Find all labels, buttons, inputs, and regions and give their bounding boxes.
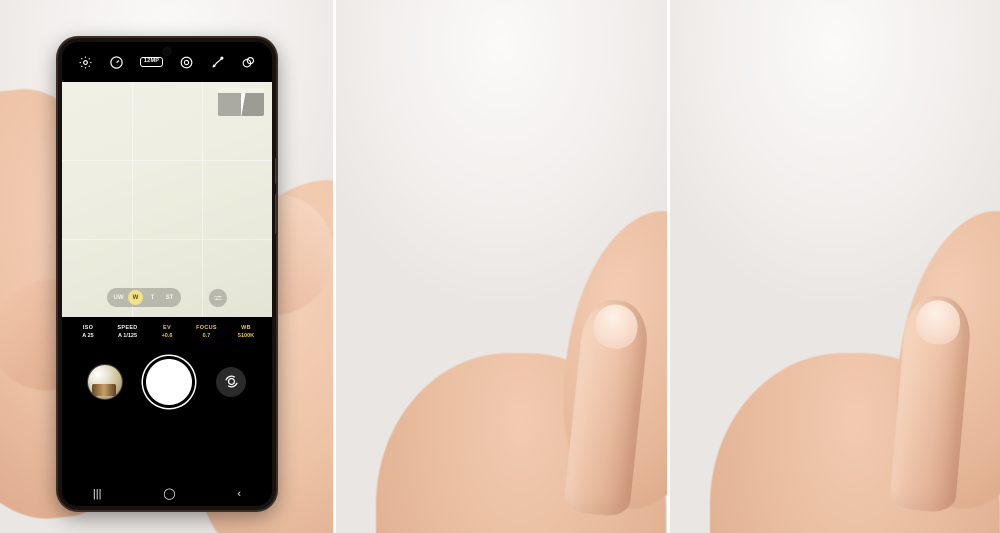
lens-option-w[interactable]: W xyxy=(128,290,143,305)
pro-control-wb-label: WB xyxy=(241,325,251,331)
filters-icon[interactable] xyxy=(241,55,256,70)
lens-selector-row: UW W T ST xyxy=(62,288,272,307)
camera-viewfinder[interactable]: UW W T ST xyxy=(62,82,272,317)
pro-control-ev-label: EV xyxy=(163,325,171,331)
pro-control-speed-value: A 1/125 xyxy=(117,333,138,340)
pro-control-speed-label: SPEED xyxy=(117,325,138,331)
lens-selector[interactable]: UW W T ST xyxy=(107,288,181,307)
motion-photo-icon[interactable] xyxy=(210,55,225,70)
pro-control-speed[interactable]: SPEED A 1/125 xyxy=(112,324,144,341)
pro-control-focus-label: FOCUS xyxy=(196,325,217,331)
switch-camera-button[interactable] xyxy=(216,366,246,397)
pro-control-ev-value: +0.6 xyxy=(161,333,173,340)
sliders-icon[interactable] xyxy=(209,288,227,307)
front-camera-punch-hole xyxy=(162,47,172,56)
phone-device: 12MP UW W T ST ISO A 25 SPEED A 1/125 EV… xyxy=(58,38,276,510)
camera-shutter-row xyxy=(62,346,272,415)
pro-control-focus[interactable]: FOCUS 0.7 xyxy=(191,324,223,341)
pro-control-iso-label: ISO xyxy=(82,325,94,331)
lens-option-t[interactable]: T xyxy=(145,290,160,305)
gallery-thumbnail[interactable] xyxy=(88,364,122,399)
aperture-icon[interactable] xyxy=(179,55,194,70)
histogram-widget xyxy=(218,88,264,116)
back-button[interactable]: ‹ xyxy=(237,488,241,500)
home-button[interactable]: ◯ xyxy=(163,488,175,500)
pro-controls-bar: ISO A 25 SPEED A 1/125 EV +0.6 FOCUS 0.7… xyxy=(62,317,272,347)
phone-screen: 12MP UW W T ST ISO A 25 SPEED A 1/125 EV… xyxy=(62,42,272,506)
resolution-badge[interactable]: 12MP xyxy=(139,56,164,68)
lens-option-st[interactable]: ST xyxy=(162,290,177,305)
lens-option-uw[interactable]: UW xyxy=(111,290,126,305)
pro-control-iso-value: A 25 xyxy=(82,333,94,340)
panel-camera-pro: 12MP UW W T ST ISO A 25 SPEED A 1/125 EV… xyxy=(0,0,334,533)
pro-control-wb[interactable]: WB 5100K xyxy=(230,324,262,341)
pro-control-focus-value: 0.7 xyxy=(202,333,211,340)
recents-button[interactable]: ||| xyxy=(93,488,102,500)
pro-control-iso[interactable]: ISO A 25 xyxy=(72,324,104,341)
android-nav-bar: ||| ◯ ‹ xyxy=(62,482,272,506)
pro-control-wb-value: 5100K xyxy=(237,333,255,340)
panel-settings-before: 5:38 75% Settings xyxy=(333,0,667,533)
gear-icon[interactable] xyxy=(78,55,93,70)
pro-control-ev[interactable]: EV +0.6 xyxy=(151,324,183,341)
shutter-button[interactable] xyxy=(146,358,192,405)
camera-top-toolbar: 12MP xyxy=(62,42,272,82)
timer-icon[interactable] xyxy=(109,55,124,70)
panel-settings-after: 5:38 75% Settings xyxy=(666,0,1000,533)
